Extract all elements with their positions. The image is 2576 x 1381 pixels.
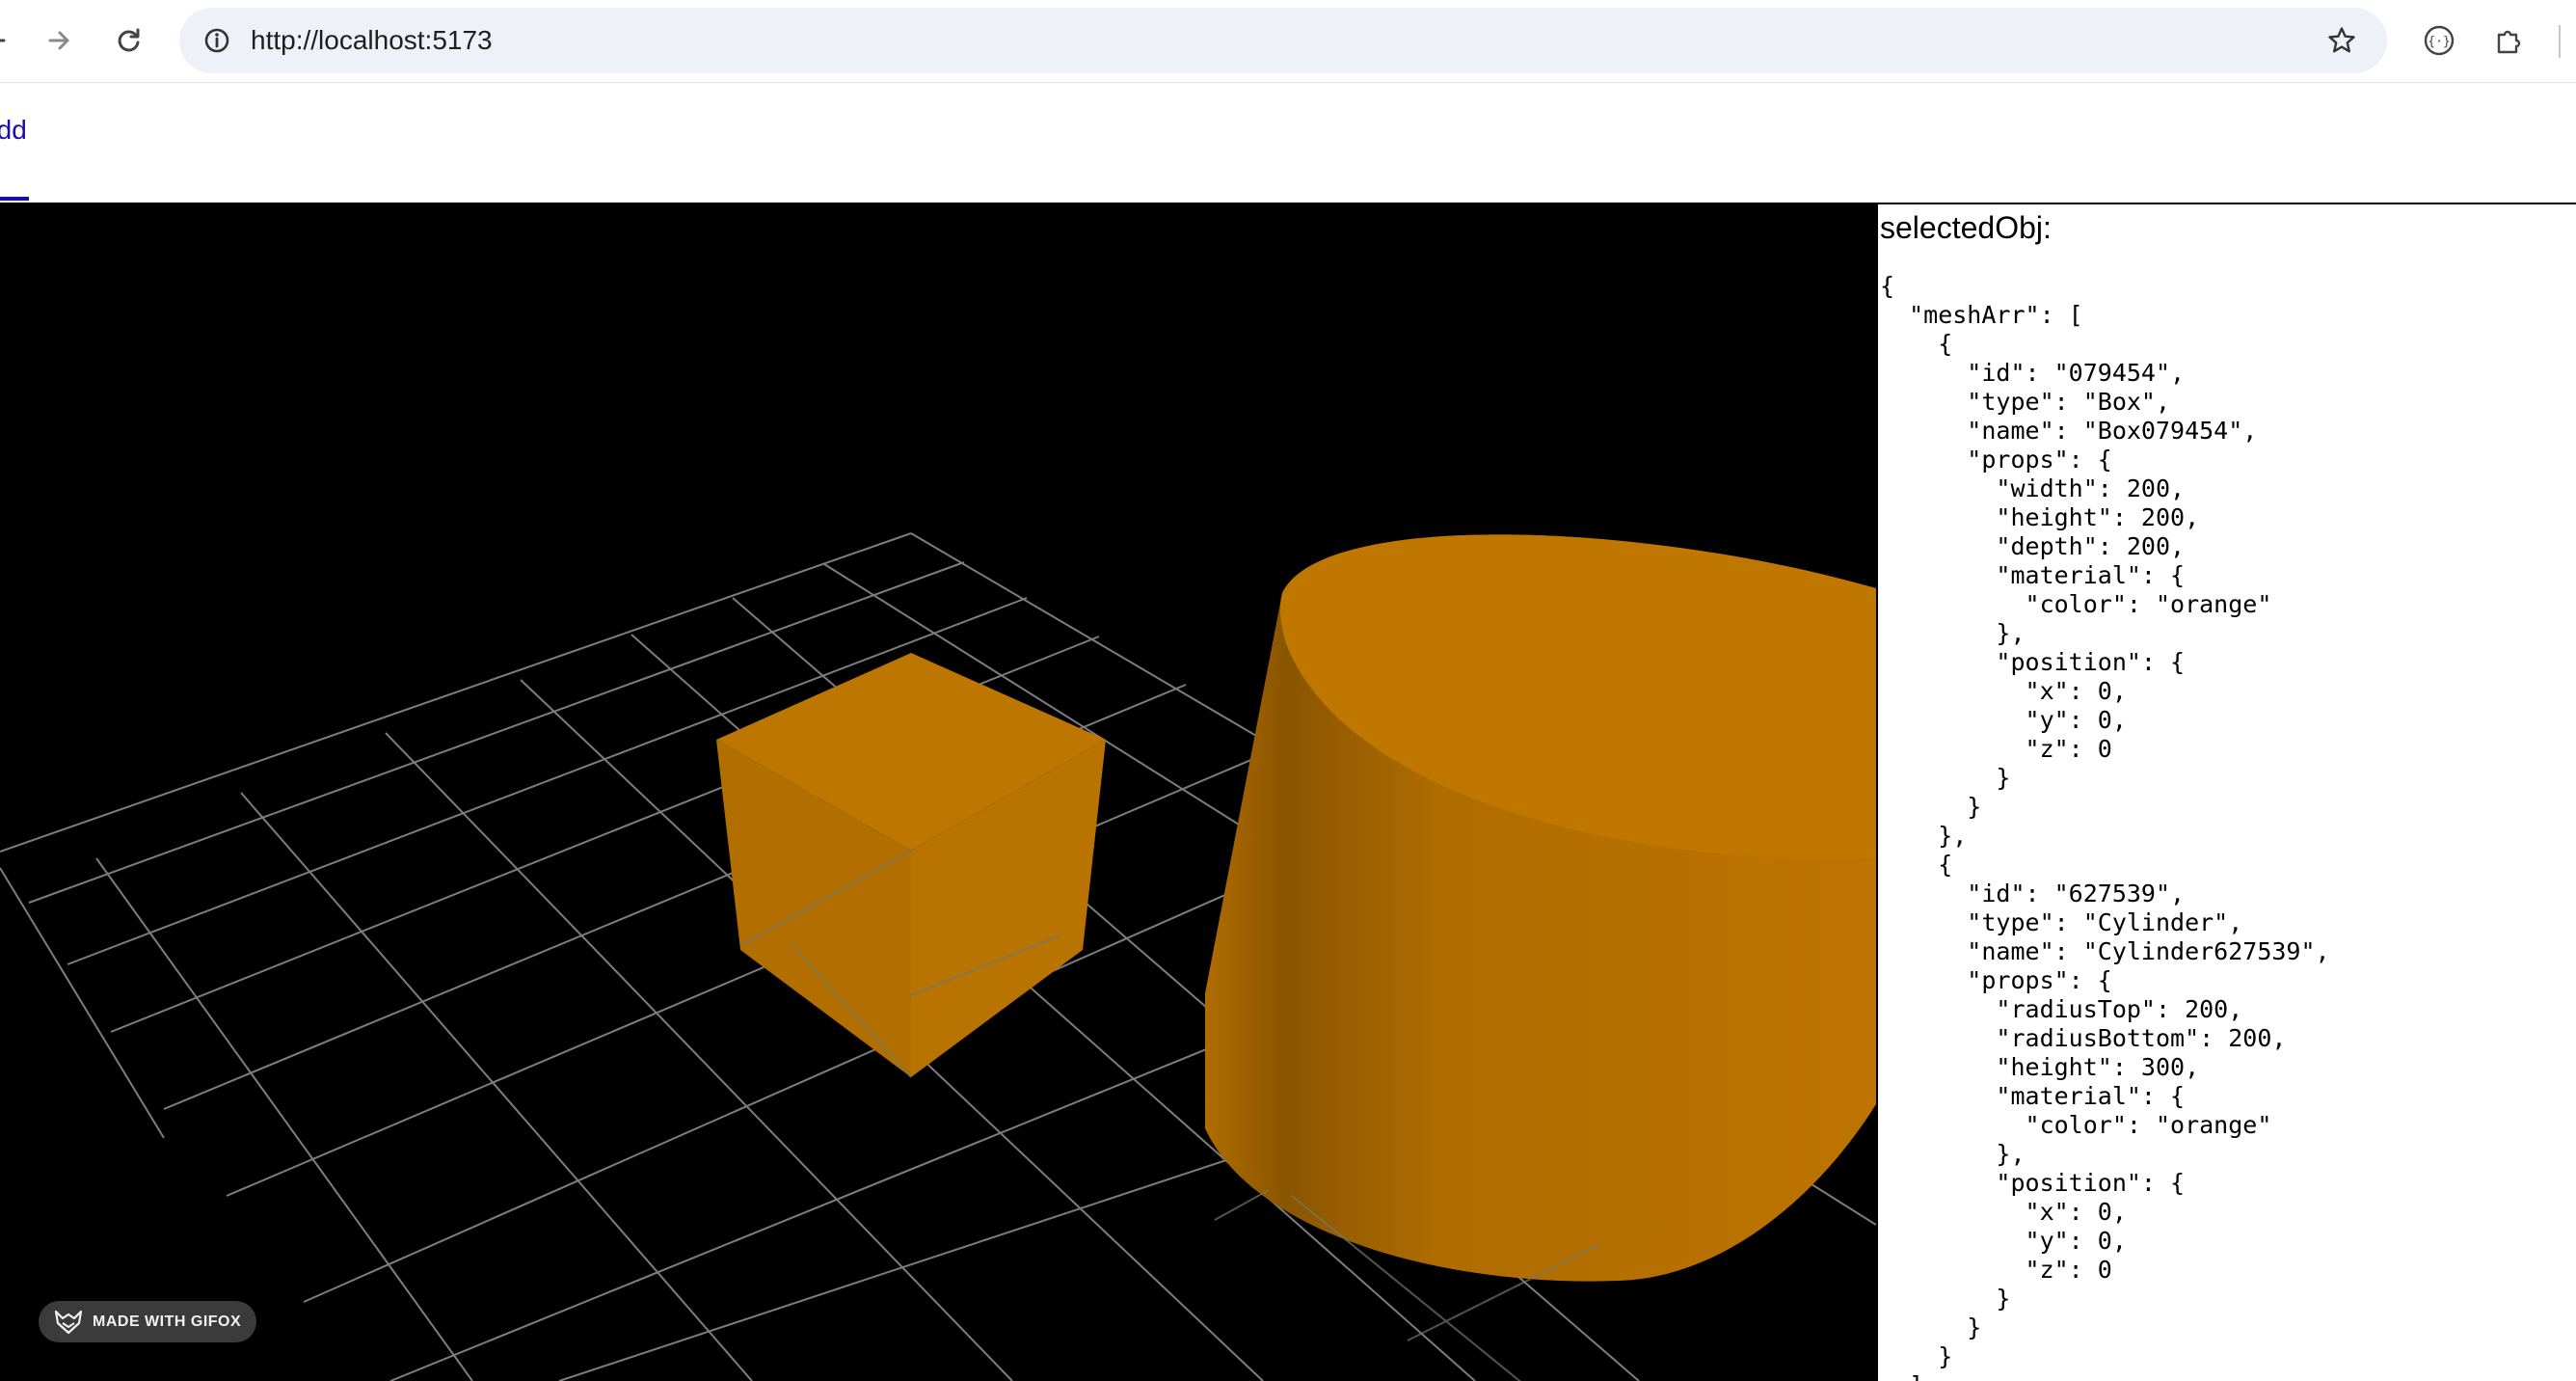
info-icon[interactable] — [193, 16, 241, 65]
back-button[interactable] — [0, 16, 19, 65]
watermark-label: MADE WITH GIFOX — [93, 1313, 242, 1330]
url-text[interactable]: http://localhost:5173 — [251, 8, 493, 73]
panel-title: selectedObj: — [1880, 210, 2052, 245]
add-link[interactable]: Add — [0, 114, 27, 147]
forward-button[interactable] — [35, 16, 83, 65]
reload-icon — [118, 28, 140, 52]
box-mesh — [716, 653, 1106, 1077]
reload-button[interactable] — [105, 16, 153, 65]
scene-svg — [0, 532, 1876, 1381]
scene-canvas[interactable]: MADE WITH GIFOX — [0, 203, 1876, 1381]
svg-text:{·}: {·} — [2428, 35, 2450, 49]
cylinder-mesh — [1205, 534, 1876, 1282]
address-bar[interactable]: http://localhost:5173 — [179, 8, 2387, 73]
selected-object-json: { "meshArr": [ { "id": "079454", "type":… — [1880, 272, 2330, 1381]
fox-logo-icon — [54, 1310, 83, 1334]
code-braces-icon[interactable]: {·} — [2415, 16, 2463, 65]
toolbar-divider — [2559, 25, 2561, 58]
arrow-left-icon — [0, 39, 6, 42]
selected-object-panel: selectedObj: { "meshArr": [ { "id": "079… — [1876, 203, 2576, 1381]
page-toolbar: Add — [0, 84, 2576, 203]
browser-toolbar: http://localhost:5173 {·} — [0, 0, 2576, 83]
add-link-underline — [0, 197, 29, 201]
gifox-watermark: MADE WITH GIFOX — [39, 1301, 257, 1342]
star-icon[interactable] — [2318, 16, 2366, 65]
puzzle-icon[interactable] — [2485, 16, 2534, 65]
arrow-right-icon — [48, 31, 69, 50]
